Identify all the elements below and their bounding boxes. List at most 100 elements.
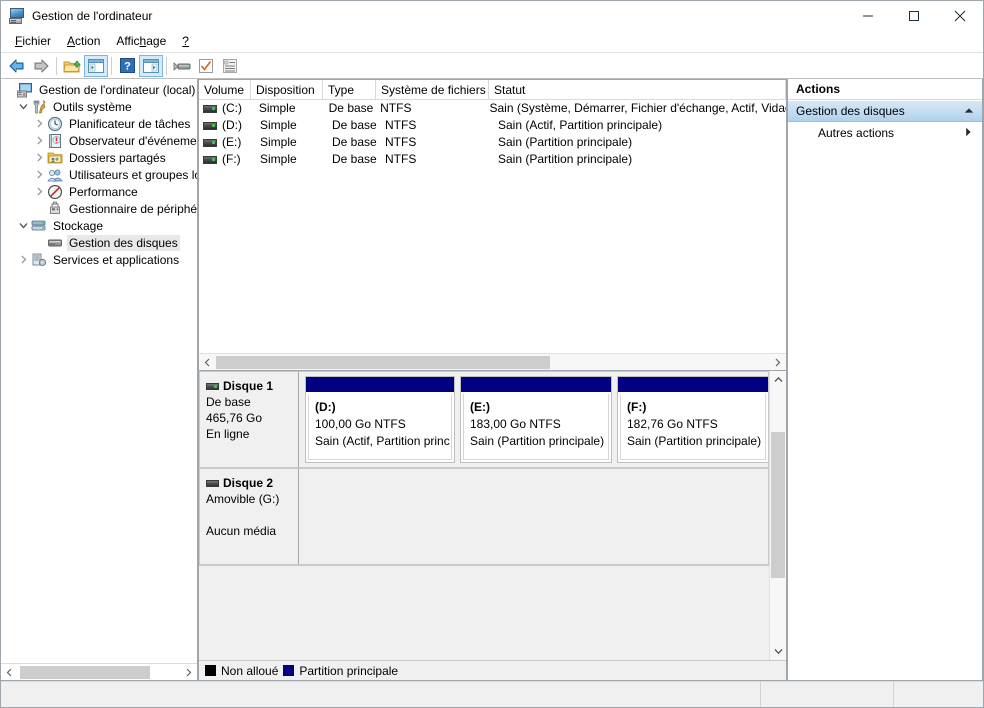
- menu-bar: Fichier Action Affichage ?: [1, 31, 983, 53]
- list-view-icon[interactable]: [218, 55, 242, 77]
- cell-disposition: Simple: [260, 152, 297, 166]
- chevron-right-icon[interactable]: [31, 150, 47, 166]
- tree-item-device-manager[interactable]: Gestionnaire de périphériques: [1, 200, 197, 217]
- disk-entry-disque-2[interactable]: Disque 2 Amovible (G:) Aucun média: [199, 468, 769, 565]
- scroll-track[interactable]: [216, 353, 769, 370]
- properties-icon[interactable]: [194, 55, 218, 77]
- refresh-disk-icon[interactable]: [170, 55, 194, 77]
- disk-info-disque-1[interactable]: Disque 1 De base 465,76 Go En ligne: [199, 371, 299, 468]
- partition-size: 100,00 Go NTFS: [315, 417, 406, 431]
- scroll-right-icon[interactable]: [769, 354, 786, 371]
- legend-item-unallocated: Non alloué: [205, 664, 278, 678]
- chevron-down-icon[interactable]: [15, 99, 31, 115]
- disk-list: Disque 1 De base 465,76 Go En ligne (D:)…: [199, 371, 769, 660]
- chevron-up-icon[interactable]: [964, 107, 974, 116]
- volume-list-horizontal-scrollbar[interactable]: [199, 353, 786, 370]
- scroll-track[interactable]: [770, 388, 786, 643]
- disk-view-vertical-scrollbar[interactable]: [769, 371, 786, 660]
- partition-e[interactable]: (E:) 183,00 Go NTFS Sain (Partition prin…: [460, 376, 612, 463]
- column-header-type[interactable]: Type: [323, 80, 376, 99]
- column-header-status[interactable]: Statut: [489, 80, 786, 99]
- tree-item-label: Utilisateurs et groupes locaux: [69, 167, 197, 182]
- chevron-right-icon[interactable]: [31, 133, 47, 149]
- graphical-disk-view: Disque 1 De base 465,76 Go En ligne (D:)…: [198, 371, 787, 681]
- scroll-down-icon[interactable]: [770, 643, 786, 660]
- cell-type: De base: [328, 101, 374, 115]
- chevron-right-icon[interactable]: [31, 184, 47, 200]
- chevron-right-icon[interactable]: [15, 252, 31, 268]
- disk-no-media-area: [299, 468, 769, 565]
- cell-volume: (E:): [222, 135, 242, 149]
- menu-action[interactable]: Action: [59, 32, 108, 51]
- show-hide-tree-icon[interactable]: [84, 54, 108, 77]
- volume-icon: [203, 155, 217, 164]
- tree-item-label: Gestionnaire de périphériques: [69, 201, 197, 216]
- scroll-thumb[interactable]: [771, 432, 785, 578]
- minimize-button[interactable]: [845, 1, 891, 31]
- chevron-right-icon[interactable]: [965, 127, 972, 139]
- title-bar: Gestion de l'ordinateur: [1, 1, 983, 31]
- shared-folder-icon: [47, 150, 63, 166]
- disk-management-icon: [47, 235, 63, 251]
- table-row[interactable]: (C:) Simple De base NTFS Sain (Système, …: [199, 100, 786, 117]
- partition-color-bar: [306, 377, 454, 392]
- scroll-right-icon[interactable]: [180, 664, 197, 681]
- scroll-thumb[interactable]: [20, 665, 150, 679]
- tree-item-shared-folders[interactable]: Dossiers partagés: [1, 149, 197, 166]
- disk-name-label: Disque 2: [223, 476, 274, 490]
- menu-help[interactable]: ?: [174, 32, 197, 51]
- tree-item-computer-management[interactable]: Gestion de l'ordinateur (local): [1, 81, 197, 98]
- forward-icon[interactable]: [29, 55, 53, 77]
- disk-info-disque-2[interactable]: Disque 2 Amovible (G:) Aucun média: [199, 468, 299, 565]
- column-header-volume[interactable]: Volume: [199, 80, 251, 99]
- scroll-left-icon[interactable]: [199, 354, 216, 371]
- tree-item-system-tools[interactable]: Outils système: [1, 98, 197, 115]
- chevron-right-icon[interactable]: [31, 116, 47, 132]
- scroll-up-icon[interactable]: [770, 371, 786, 388]
- menu-fichier[interactable]: Fichier: [7, 32, 59, 51]
- show-action-pane-icon[interactable]: [139, 54, 163, 77]
- table-row[interactable]: (E:) Simple De base NTFS Sain (Partition…: [199, 134, 786, 151]
- chevron-down-icon[interactable]: [15, 218, 31, 234]
- actions-item-more-actions[interactable]: Autres actions: [788, 122, 982, 144]
- tree-item-storage[interactable]: Stockage: [1, 217, 197, 234]
- legend-label: Partition principale: [299, 663, 399, 678]
- cell-type: De base: [332, 118, 377, 132]
- disk-name-row: Disque 1: [206, 378, 292, 394]
- help-icon[interactable]: ?: [115, 55, 139, 77]
- scroll-track[interactable]: [18, 663, 180, 680]
- performance-icon: [47, 184, 63, 200]
- actions-group-disk-management[interactable]: Gestion des disques: [788, 100, 982, 122]
- disk-type-label: Amovible (G:): [206, 492, 280, 506]
- partition-f[interactable]: (F:) 182,76 Go NTFS Sain (Partition prin…: [617, 376, 768, 463]
- partition-status: Sain (Partition principale): [627, 434, 762, 448]
- column-header-disposition[interactable]: Disposition: [251, 80, 323, 99]
- table-row[interactable]: (D:) Simple De base NTFS Sain (Actif, Pa…: [199, 117, 786, 134]
- scroll-thumb[interactable]: [216, 355, 550, 369]
- tree-item-local-users-groups[interactable]: Utilisateurs et groupes locaux: [1, 166, 197, 183]
- menu-affichage[interactable]: Affichage: [108, 32, 174, 51]
- cell-status: Sain (Système, Démarrer, Fichier d'échan…: [489, 101, 786, 115]
- scroll-left-icon[interactable]: [1, 664, 18, 681]
- tree-item-services-applications[interactable]: Services et applications: [1, 251, 197, 268]
- back-icon[interactable]: [5, 55, 29, 77]
- chevron-right-icon[interactable]: [31, 167, 47, 183]
- column-header-filesystem[interactable]: Système de fichiers: [376, 80, 489, 99]
- cell-filesystem: NTFS: [385, 135, 417, 149]
- tree-horizontal-scrollbar[interactable]: [1, 663, 197, 680]
- disk-state-label: Aucun média: [206, 524, 277, 538]
- tree-item-task-scheduler[interactable]: Planificateur de tâches: [1, 115, 197, 132]
- sidebar-item-disk-management[interactable]: Gestion des disques: [1, 234, 197, 251]
- disk-size-label: [206, 507, 292, 523]
- up-folder-icon[interactable]: [60, 55, 84, 77]
- main-body: Gestion de l'ordinateur (local) Outils s…: [1, 79, 983, 681]
- twisty-none: [1, 82, 17, 98]
- tree-item-event-viewer[interactable]: Observateur d'événements: [1, 132, 197, 149]
- maximize-button[interactable]: [891, 1, 937, 31]
- tree-item-performance[interactable]: Performance: [1, 183, 197, 200]
- table-row[interactable]: (F:) Simple De base NTFS Sain (Partition…: [199, 151, 786, 168]
- disk-entry-disque-1[interactable]: Disque 1 De base 465,76 Go En ligne (D:)…: [199, 371, 769, 468]
- partition-d[interactable]: (D:) 100,00 Go NTFS Sain (Actif, Partiti…: [305, 376, 455, 463]
- partition-details: (D:) 100,00 Go NTFS Sain (Actif, Partiti…: [308, 394, 452, 460]
- close-button[interactable]: [937, 1, 983, 31]
